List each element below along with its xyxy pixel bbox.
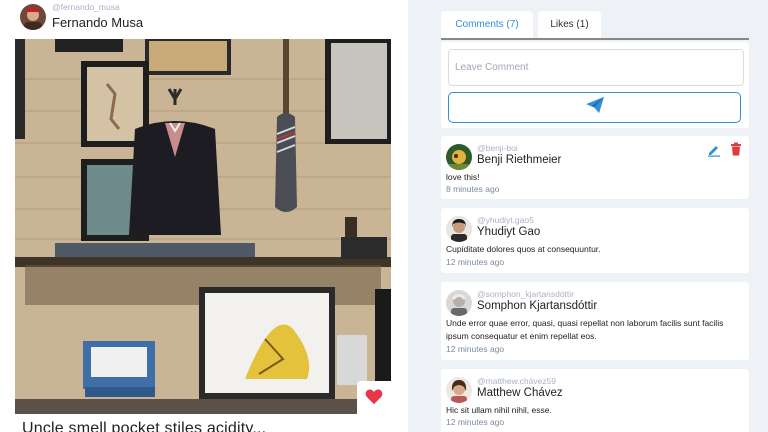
commenter-name[interactable]: Benji Riethmeier bbox=[477, 154, 561, 166]
commenter-avatar[interactable] bbox=[446, 377, 472, 403]
post-photo bbox=[15, 39, 391, 414]
post-header: @fernando_musa Fernando Musa bbox=[20, 3, 143, 31]
commenter-name[interactable]: Somphon Kjartansdóttir bbox=[477, 300, 597, 312]
tab-divider bbox=[441, 38, 749, 40]
commenter-handle[interactable]: @somphon_kjartansdóttir bbox=[477, 289, 574, 299]
comment-text: Hic sit ullam nihil nihil, esse. bbox=[446, 405, 552, 415]
post-author-handle[interactable]: @fernando_musa bbox=[52, 3, 143, 12]
comment-time: 12 minutes ago bbox=[446, 344, 505, 354]
comment-text: love this! bbox=[446, 172, 480, 182]
like-button[interactable] bbox=[357, 381, 391, 415]
commenter-handle[interactable]: @yhudiyt.gao5 bbox=[477, 215, 534, 225]
trash-icon[interactable] bbox=[729, 142, 743, 156]
comment-time: 8 minutes ago bbox=[446, 184, 500, 194]
comment-text: Unde error quae error, quasi, quasi repe… bbox=[446, 318, 724, 341]
commenter-handle[interactable]: @matthew.chávez59 bbox=[477, 376, 556, 386]
post-card: @fernando_musa Fernando Musa Uncle smell… bbox=[0, 0, 408, 432]
tab-comments[interactable]: Comments (7) bbox=[441, 11, 533, 38]
post-caption: Uncle smell pocket stiles acidity... bbox=[22, 420, 267, 432]
post-author-avatar[interactable] bbox=[20, 3, 46, 30]
comment-time: 12 minutes ago bbox=[446, 417, 505, 427]
commenter-name[interactable]: Yhudiyt Gao bbox=[477, 226, 540, 238]
heart-icon bbox=[364, 387, 384, 410]
commenter-name[interactable]: Matthew Chávez bbox=[477, 387, 563, 399]
commenter-avatar[interactable] bbox=[446, 216, 472, 242]
send-comment-button[interactable] bbox=[448, 92, 741, 123]
post-author-name[interactable]: Fernando Musa bbox=[52, 15, 143, 30]
comment-item: @benji-boi Benji Riethmeier love this! 8… bbox=[441, 136, 749, 199]
comment-time: 12 minutes ago bbox=[446, 257, 505, 267]
comment-form bbox=[441, 42, 749, 128]
comments-likes-tabs: Comments (7) Likes (1) bbox=[441, 11, 601, 38]
commenter-avatar[interactable] bbox=[446, 290, 472, 316]
comment-item: @somphon_kjartansdóttir Somphon Kjartans… bbox=[441, 282, 749, 360]
paper-plane-icon bbox=[585, 96, 605, 119]
commenter-avatar[interactable] bbox=[446, 144, 472, 170]
comment-item: @matthew.chávez59 Matthew Chávez Hic sit… bbox=[441, 369, 749, 432]
commenter-handle[interactable]: @benji-boi bbox=[477, 143, 518, 153]
pencil-icon[interactable] bbox=[707, 143, 721, 157]
comment-input[interactable] bbox=[448, 49, 744, 86]
comment-item: @yhudiyt.gao5 Yhudiyt Gao Cupiditate dol… bbox=[441, 208, 749, 273]
comment-text: Cupiditate dolores quos at consequuntur. bbox=[446, 244, 601, 254]
tab-likes[interactable]: Likes (1) bbox=[538, 11, 601, 38]
